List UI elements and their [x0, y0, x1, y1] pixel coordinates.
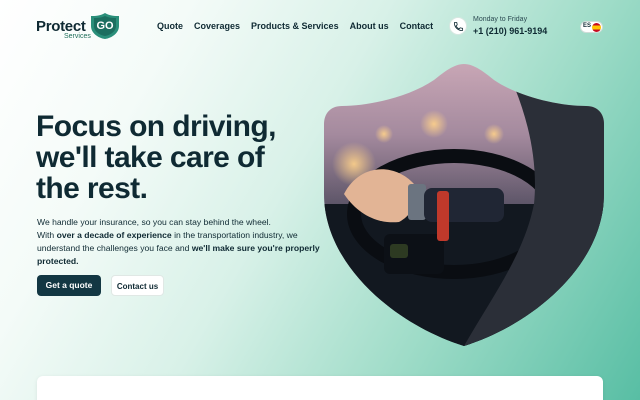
phone-number[interactable]: +1 (210) 961-9194 — [473, 26, 547, 36]
nav-item-contact[interactable]: Contact — [400, 21, 434, 31]
language-code: ES — [583, 23, 592, 29]
protectgo-logo[interactable]: Protect GO Services — [36, 12, 120, 42]
driver-steering-wheel-photo — [324, 64, 604, 346]
spain-flag-icon — [592, 23, 601, 32]
header-contact: Monday to Friday +1 (210) 961-9194 — [449, 15, 559, 41]
logo-go-text: GO — [96, 20, 114, 32]
get-a-quote-button[interactable]: Get a quote — [37, 275, 101, 296]
nav-item-coverages[interactable]: Coverages — [194, 21, 240, 31]
nav-item-quote[interactable]: Quote — [157, 21, 183, 31]
phone-icon[interactable] — [449, 17, 467, 35]
headline-line: the rest. — [36, 172, 148, 205]
nav-item-products-services[interactable]: Products & Services — [251, 21, 339, 31]
business-hours: Monday to Friday — [473, 16, 528, 23]
hero-headline: Focus on driving, we'll take care of the… — [36, 111, 316, 204]
description-line: protected. — [37, 256, 79, 266]
description-line: We handle your insurance, so you can sta… — [37, 217, 271, 227]
contact-us-button[interactable]: Contact us — [111, 275, 164, 296]
main-nav: Quote Coverages Products & Services Abou… — [157, 21, 444, 31]
headline-line: Focus on driving, — [36, 110, 276, 143]
description-line: With over a decade of experience in the … — [37, 230, 298, 240]
hero-description: We handle your insurance, so you can sta… — [37, 216, 327, 268]
bottom-card — [37, 376, 603, 400]
logo-subtitle: Services — [64, 33, 91, 40]
language-switch[interactable]: ES — [580, 21, 603, 33]
site-header: Protect GO Services Quote Coverages Prod… — [0, 0, 640, 56]
headline-line: we'll take care of — [36, 141, 265, 174]
description-line: understand the challenges you face and w… — [37, 243, 320, 253]
nav-item-about-us[interactable]: About us — [350, 21, 389, 31]
logo-shield-icon: GO — [91, 13, 119, 39]
